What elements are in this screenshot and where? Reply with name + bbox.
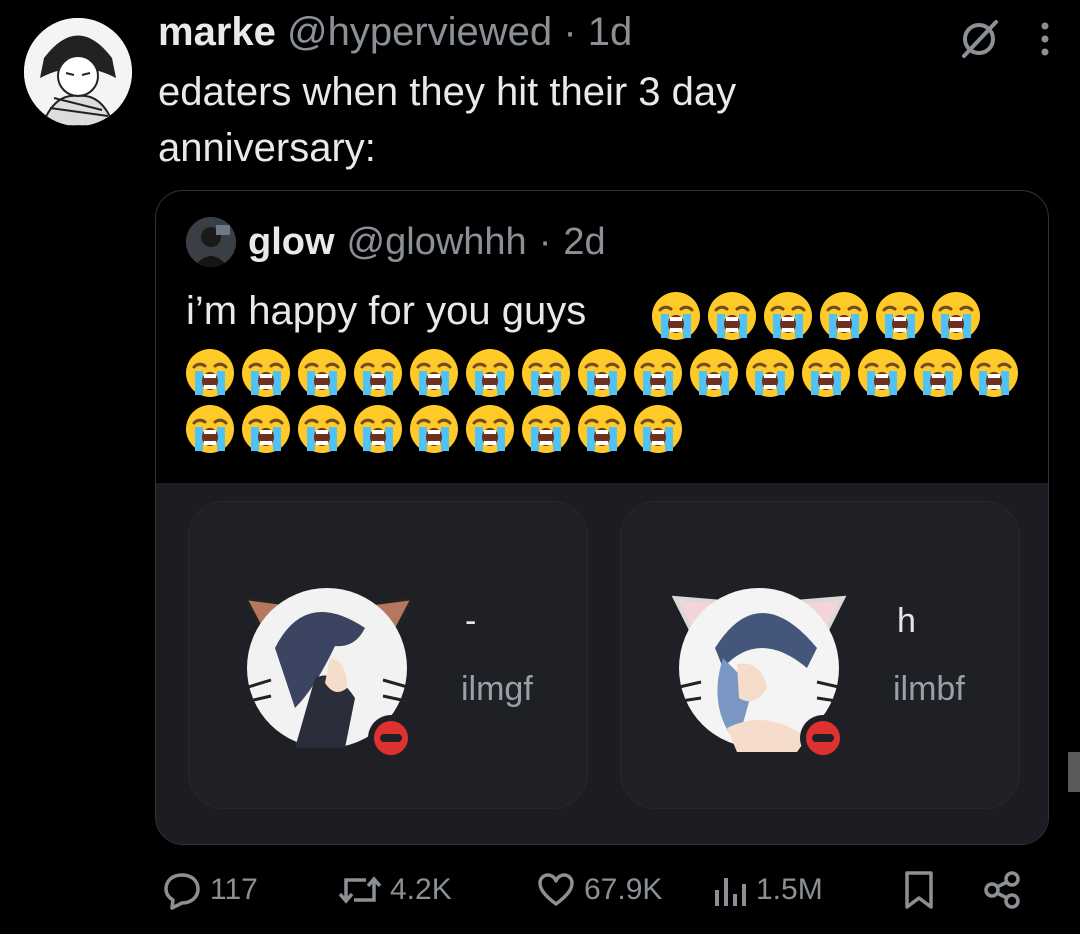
profile-card: - ilmgf xyxy=(188,501,588,809)
embedded-screenshot: - ilmgf h ilmbf xyxy=(156,483,1048,844)
tweet-top-icons xyxy=(956,16,1052,67)
like-button[interactable]: 67.9K xyxy=(536,870,662,910)
loudly-crying-face-emoji-icon xyxy=(464,347,516,404)
quoted-tweet-header: glow @glowhhh · 2d xyxy=(186,217,606,267)
loudly-crying-face-emoji-icon xyxy=(912,347,964,404)
tweet-action-bar: 117 4.2K 67.9K 1.5M xyxy=(160,870,1040,920)
loudly-crying-face-emoji-icon xyxy=(352,347,404,404)
reply-icon xyxy=(162,870,202,910)
loudly-crying-face-emoji-icon xyxy=(632,347,684,404)
repost-button[interactable]: 4.2K xyxy=(338,870,452,910)
loudly-crying-face-emoji-icon xyxy=(464,403,516,460)
tweet-header: marke @hyperviewed · 1d xyxy=(158,10,632,55)
loudly-crying-face-emoji-icon xyxy=(576,403,628,460)
loudly-crying-face-emoji-icon xyxy=(930,290,982,347)
views-chart-icon xyxy=(712,870,748,910)
loudly-crying-face-emoji-icon xyxy=(632,403,684,460)
view-count: 1.5M xyxy=(756,873,823,906)
separator-dot: · xyxy=(563,10,577,54)
profile-username: ilmbf xyxy=(893,670,965,708)
reply-count: 117 xyxy=(210,873,258,906)
loudly-crying-face-emoji-icon xyxy=(184,403,236,460)
loudly-crying-face-emoji-icon xyxy=(856,347,908,404)
quoted-tweet[interactable]: glow @glowhhh · 2d i’m happy for you guy… xyxy=(155,190,1049,845)
loudly-crying-face-emoji-icon xyxy=(968,347,1020,404)
profile-display-name: - xyxy=(465,602,477,640)
heart-icon xyxy=(536,870,576,910)
emoji-row xyxy=(650,290,982,347)
loudly-crying-face-emoji-icon xyxy=(650,290,702,347)
loudly-crying-face-emoji-icon xyxy=(744,347,796,404)
profile-username: ilmgf xyxy=(461,670,533,708)
loudly-crying-face-emoji-icon xyxy=(800,347,852,404)
profile-display-name: h xyxy=(897,602,916,640)
loudly-crying-face-emoji-icon xyxy=(688,347,740,404)
grok-icon[interactable] xyxy=(956,16,1002,67)
loudly-crying-face-emoji-icon xyxy=(576,347,628,404)
repost-count: 4.2K xyxy=(390,873,452,906)
tweet-time[interactable]: 1d xyxy=(588,10,633,54)
scrollbar-handle[interactable] xyxy=(1068,752,1080,792)
emoji-row xyxy=(184,347,1020,404)
loudly-crying-face-emoji-icon xyxy=(240,347,292,404)
do-not-disturb-status-icon xyxy=(799,714,847,767)
loudly-crying-face-emoji-icon xyxy=(706,290,758,347)
quoted-author-handle[interactable]: @glowhhh xyxy=(347,221,527,264)
loudly-crying-face-emoji-icon xyxy=(296,403,348,460)
emoji-row xyxy=(184,403,684,460)
reply-button[interactable]: 117 xyxy=(162,870,258,910)
quoted-author-name[interactable]: glow xyxy=(248,221,335,264)
loudly-crying-face-emoji-icon xyxy=(296,347,348,404)
more-options-icon[interactable] xyxy=(1038,16,1052,67)
bookmark-button[interactable] xyxy=(902,870,936,910)
loudly-crying-face-emoji-icon xyxy=(874,290,926,347)
loudly-crying-face-emoji-icon xyxy=(408,403,460,460)
loudly-crying-face-emoji-icon xyxy=(408,347,460,404)
author-avatar[interactable] xyxy=(24,18,132,126)
quoted-author-avatar[interactable] xyxy=(186,217,236,267)
loudly-crying-face-emoji-icon xyxy=(520,347,572,404)
views-button[interactable]: 1.5M xyxy=(712,870,823,910)
loudly-crying-face-emoji-icon xyxy=(184,347,236,404)
profile-picture-with-cat-ears xyxy=(235,568,419,761)
like-count: 67.9K xyxy=(584,873,663,906)
profile-card: h ilmbf xyxy=(620,501,1020,809)
loudly-crying-face-emoji-icon xyxy=(818,290,870,347)
tweet-text: edaters when they hit their 3 day annive… xyxy=(158,70,737,170)
repost-icon xyxy=(338,870,382,910)
quoted-tweet-time[interactable]: 2d xyxy=(563,221,605,264)
share-icon xyxy=(982,870,1022,910)
loudly-crying-face-emoji-icon xyxy=(520,403,572,460)
author-name[interactable]: marke xyxy=(158,10,276,54)
separator-dot: · xyxy=(538,220,552,263)
do-not-disturb-status-icon xyxy=(367,714,415,767)
profile-picture-with-cat-ears xyxy=(667,568,851,761)
loudly-crying-face-emoji-icon xyxy=(762,290,814,347)
loudly-crying-face-emoji-icon xyxy=(352,403,404,460)
author-handle[interactable]: @hyperviewed xyxy=(287,10,552,54)
bookmark-icon xyxy=(902,870,936,910)
loudly-crying-face-emoji-icon xyxy=(240,403,292,460)
share-button[interactable] xyxy=(982,870,1022,910)
